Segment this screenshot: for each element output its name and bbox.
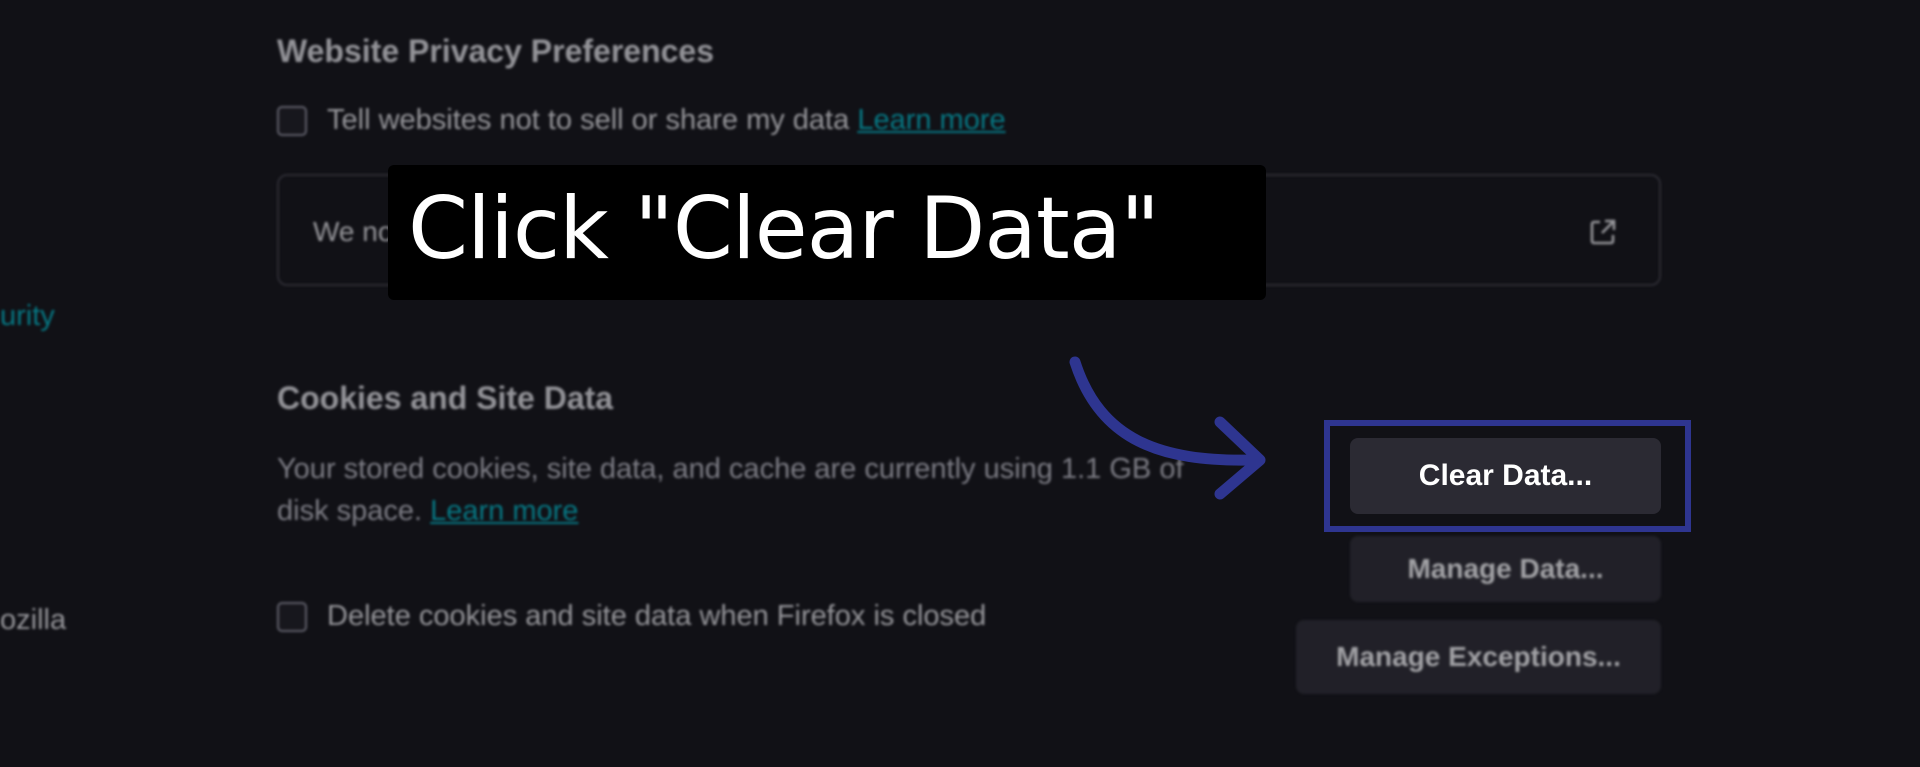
highlight-box xyxy=(1324,420,1691,532)
cookies-learn-more-link[interactable]: Learn more xyxy=(430,495,578,527)
gpc-label: Tell websites not to sell or share my da… xyxy=(327,104,1006,137)
external-link-icon[interactable] xyxy=(1587,216,1619,248)
sidebar-item-mozilla[interactable]: ozilla xyxy=(0,604,66,637)
arrow-icon xyxy=(1069,356,1266,500)
instruction-callout: Click "Clear Data" xyxy=(388,165,1266,300)
notice-text: We no xyxy=(313,216,394,247)
settings-page: urity ozilla Website Privacy Preferences… xyxy=(0,0,1920,767)
cookies-section-title: Cookies and Site Data xyxy=(277,380,614,416)
privacy-section-title: Website Privacy Preferences xyxy=(277,33,714,69)
callout-text: Click "Clear Data" xyxy=(408,179,1160,279)
delete-on-close-label: Delete cookies and site data when Firefo… xyxy=(327,600,987,632)
gpc-learn-more-link[interactable]: Learn more xyxy=(857,104,1005,136)
manage-exceptions-button[interactable]: Manage Exceptions... xyxy=(1296,620,1661,694)
manage-data-button[interactable]: Manage Data... xyxy=(1350,536,1661,602)
delete-on-close-checkbox[interactable] xyxy=(277,602,307,632)
gpc-label-text: Tell websites not to sell or share my da… xyxy=(327,104,850,136)
gpc-checkbox[interactable] xyxy=(277,106,307,136)
sidebar-item-privacy-security[interactable]: urity xyxy=(0,300,55,333)
cookies-description-text: Your stored cookies, site data, and cach… xyxy=(277,453,1184,485)
cookies-description-text-2: disk space. xyxy=(277,495,423,527)
dimmed-background: urity ozilla Website Privacy Preferences… xyxy=(0,0,1920,767)
